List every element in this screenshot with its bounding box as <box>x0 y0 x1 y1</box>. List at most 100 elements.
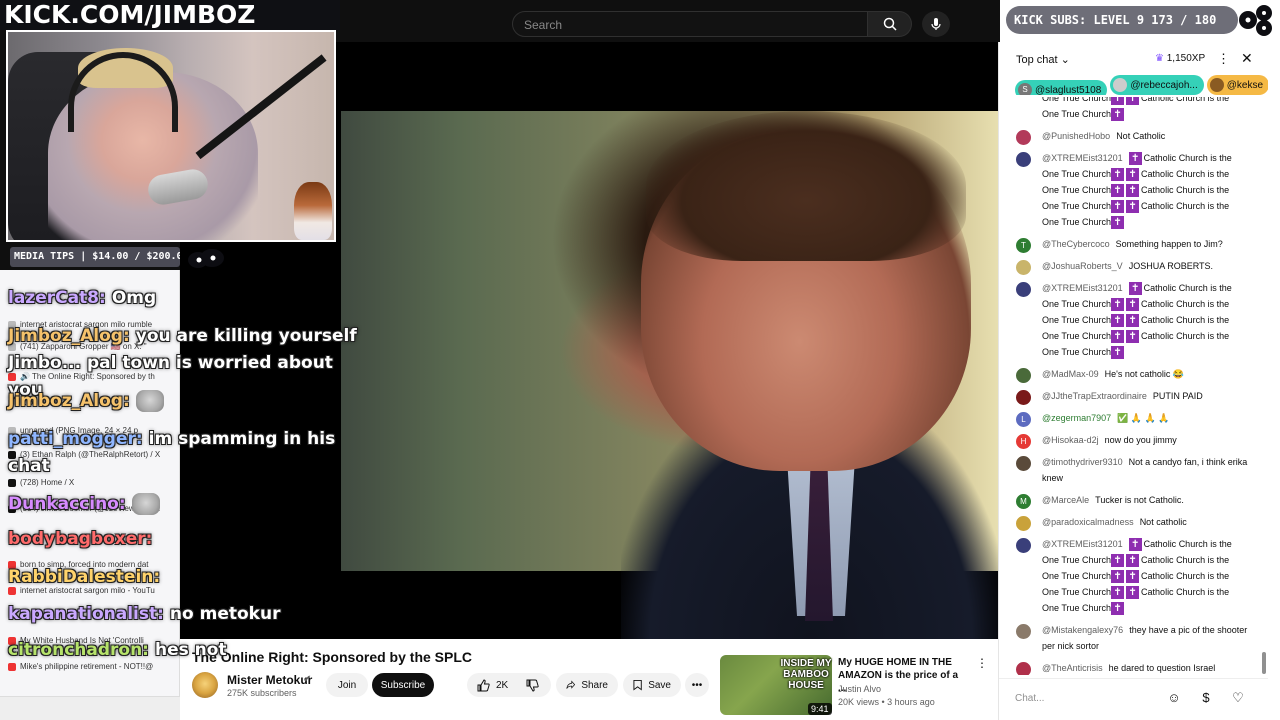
overlay-chat-message: kapanationalist: no metokur <box>8 604 280 625</box>
chat-author[interactable]: @JoshuaRoberts_V <box>1042 261 1123 271</box>
chat-message-text: Catholic Church is the <box>1141 299 1230 309</box>
chat-message-text: Catholic Church is the <box>1141 331 1230 341</box>
thumbs-down-icon <box>526 679 539 692</box>
voice-search-button[interactable] <box>922 11 950 37</box>
subscribe-button[interactable]: Subscribe <box>372 673 434 697</box>
chevron-down-icon: ⌄ <box>1060 54 1070 66</box>
join-button[interactable]: Join <box>326 673 368 697</box>
save-button[interactable]: Save <box>623 673 681 697</box>
chat-message-text: One True Church <box>1042 169 1112 179</box>
heart-icon[interactable]: ♡ <box>1229 689 1247 707</box>
chat-message-line: One True Church ✝ <box>1042 600 1261 616</box>
chat-author[interactable]: @MarceAle <box>1042 495 1089 505</box>
chat-header: Top chat ⌄ ♛ 1,150XP ⋮ ✕ <box>999 42 1268 74</box>
chat-message-text: One True Church <box>1042 217 1112 227</box>
chat-menu-icon[interactable]: ⋮ <box>1217 51 1230 67</box>
chat-message: @Mistakengalexy76 they have a pic of the … <box>999 619 1261 657</box>
user-avatar <box>1016 516 1031 531</box>
user-avatar <box>1016 662 1031 675</box>
chat-message-text: One True Church <box>1042 299 1112 309</box>
browser-tab-item[interactable]: Mike's philippine retirement - NOT!!@ <box>8 662 153 671</box>
chat-scrollbar-thumb[interactable] <box>1262 652 1266 674</box>
chat-pinned-user[interactable]: S @slaglust5108 <box>1015 80 1108 95</box>
chat-scrollbar[interactable] <box>1261 97 1267 675</box>
chat-message: T @TheCybercoco Something happen to Jim? <box>999 233 1261 255</box>
chat-author[interactable]: @XTREMEist31201 <box>1042 283 1123 293</box>
chat-author[interactable]: @TheCybercoco <box>1042 239 1110 249</box>
user-avatar <box>1016 390 1031 405</box>
pinned-user-name: @kekse <box>1226 79 1264 91</box>
chat-author[interactable]: @Hisokaa-d2j <box>1042 435 1099 445</box>
chat-message-text: One True Church <box>1042 109 1112 119</box>
chat-xp-badge[interactable]: ♛ 1,150XP <box>1155 53 1205 64</box>
super-chat-icon[interactable]: $ <box>1197 689 1215 707</box>
chat-message-line: One True Church ✝ ✝ Catholic Church is the <box>1042 568 1261 584</box>
close-icon[interactable]: ✕ <box>1241 50 1253 67</box>
channel-avatar[interactable] <box>192 672 218 698</box>
chat-message-line: @XTREMEist31201 ✝ Catholic Church is the <box>1042 536 1261 552</box>
bookmark-icon <box>633 679 642 691</box>
cross-emoji-icon: ✝ <box>1126 330 1140 344</box>
chat-message: @XTREMEist31201 ✝ Catholic Church is the On… <box>999 533 1261 619</box>
chat-author[interactable]: @XTREMEist31201 <box>1042 153 1123 163</box>
chat-message: H @Hisokaa-d2j now do you jimmy <box>999 429 1261 451</box>
chat-author[interactable]: @Mistakengalexy76 <box>1042 625 1123 635</box>
chat-author[interactable]: @zegerman7907 <box>1042 413 1111 423</box>
cross-emoji-icon: ✝ <box>1111 97 1125 106</box>
user-avatar <box>1016 282 1031 297</box>
share-button[interactable]: Share <box>556 673 618 697</box>
search-input[interactable]: Search <box>512 11 868 37</box>
chat-message-text: Not Catholic <box>1116 131 1166 141</box>
user-avatar <box>1016 368 1031 383</box>
overlay-chat-message: RabbiDalestein: <box>8 567 166 588</box>
chat-author[interactable]: @TheAnticrisis <box>1042 663 1103 673</box>
chat-message-line: @XTREMEist31201 ✝ Catholic Church is the <box>1042 280 1261 296</box>
chat-message: @MadMax-09 He's not catholic 😂 <box>999 363 1261 385</box>
chat-message-list: One True Church ✝ ✝ Catholic Church is the O… <box>999 97 1261 675</box>
chat-message-line: One True Church ✝ <box>1042 106 1261 122</box>
chat-message-line: One True Church ✝ ✝ Catholic Church is the <box>1042 182 1261 198</box>
chat-message-text: Catholic Church is the <box>1141 315 1230 325</box>
chat-message-text: Catholic Church is the <box>1141 571 1230 581</box>
live-chat-panel: Top chat ⌄ ♛ 1,150XP ⋮ ✕ S @slaglust5108 @… <box>998 42 1268 720</box>
cross-emoji-icon: ✝ <box>1126 97 1140 106</box>
chat-input[interactable]: Chat... <box>1015 689 1155 709</box>
chat-message-line: One True Church ✝ ✝ Catholic Church is the <box>1042 97 1261 106</box>
chat-xp-value: 1,150XP <box>1166 53 1206 64</box>
cloud-logo-icon <box>188 249 224 268</box>
chat-message-text: Tucker is not Catholic. <box>1095 495 1184 505</box>
channel-name[interactable]: Mister Metokur <box>227 673 312 687</box>
chat-author[interactable]: @paradoxicalmadness <box>1042 517 1134 527</box>
chat-pinned-user[interactable]: @rebeccajoh... <box>1110 75 1204 95</box>
youtube-icon <box>8 662 16 671</box>
chat-message-text: JOSHUA ROBERTS. <box>1128 261 1214 271</box>
chat-author[interactable]: @MadMax-09 <box>1042 369 1099 379</box>
chat-mode-dropdown[interactable]: Top chat ⌄ <box>1016 53 1070 66</box>
cross-emoji-icon: ✝ <box>1126 200 1140 214</box>
recommended-duration: 9:41 <box>808 703 832 715</box>
cross-emoji-icon: ✝ <box>1126 168 1140 182</box>
chat-message-text: Something happen to Jim? <box>1115 239 1223 249</box>
dislike-button[interactable] <box>512 673 552 697</box>
user-avatar <box>1016 538 1031 553</box>
recommended-menu-icon[interactable]: ⋮ <box>976 656 988 670</box>
chat-author[interactable]: @JJtheTrapExtraordinaire <box>1042 391 1147 401</box>
chat-message: @JJtheTrapExtraordinaire PUTIN PAID <box>999 385 1261 407</box>
user-avatar: H <box>1016 434 1031 449</box>
overlay-chat-username: Jimboz_Alog: <box>8 391 130 411</box>
recommended-channel[interactable]: Justin Alvo <box>838 684 881 694</box>
chat-author[interactable]: @timothydriver9310 <box>1042 457 1123 467</box>
webcam-anime-figure <box>294 182 332 240</box>
chat-author[interactable]: @PunishedHobo <box>1042 131 1110 141</box>
chat-author[interactable]: @XTREMEist31201 <box>1042 539 1123 549</box>
emoji-icon[interactable]: ☺ <box>1165 689 1183 707</box>
chat-message-text: now do you jimmy <box>1104 435 1177 445</box>
cross-emoji-icon: ✝ <box>1111 330 1125 344</box>
chat-pinned-user[interactable]: @kekse <box>1206 75 1268 95</box>
search-button[interactable] <box>868 11 912 37</box>
video-hair <box>646 111 966 261</box>
chat-message-line: One True Church ✝ ✝ Catholic Church is the <box>1042 296 1261 312</box>
more-actions-button[interactable]: ••• <box>685 673 709 697</box>
chat-message-text: One True Church <box>1042 201 1112 211</box>
chat-message: @timothydriver9310 Not a candyo fan, i th… <box>999 451 1261 489</box>
